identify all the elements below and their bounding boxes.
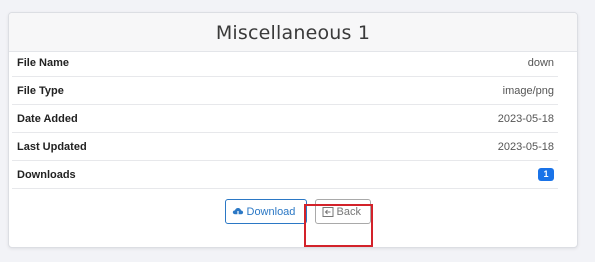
cloud-download-icon: [232, 206, 244, 218]
detail-row-file-name: File Name down: [12, 49, 558, 77]
detail-value: 2023-05-18: [497, 112, 554, 125]
card-actions: Download Back: [0, 199, 595, 224]
back-arrow-icon: [322, 206, 334, 218]
detail-row-downloads: Downloads 1: [12, 161, 558, 189]
detail-row-date-added: Date Added 2023-05-18: [12, 105, 558, 133]
downloads-count-badge: 1: [538, 168, 554, 181]
download-button-label: Download: [246, 205, 296, 218]
download-button[interactable]: Download: [224, 199, 307, 224]
detail-label: File Name: [17, 56, 69, 69]
detail-row-file-type: File Type image/png: [12, 77, 558, 105]
file-details-table: File Name down File Type image/png Date …: [12, 49, 558, 189]
detail-value: down: [527, 56, 554, 69]
detail-value: image/png: [502, 84, 554, 97]
detail-label: File Type: [17, 84, 64, 97]
back-button[interactable]: Back: [314, 199, 371, 224]
detail-row-last-updated: Last Updated 2023-05-18: [12, 133, 558, 161]
page-title: Miscellaneous 1: [215, 22, 371, 44]
detail-label: Downloads: [17, 168, 76, 181]
detail-label: Last Updated: [17, 140, 87, 153]
back-button-label: Back: [336, 205, 361, 218]
detail-value: 2023-05-18: [497, 140, 554, 153]
detail-label: Date Added: [17, 112, 78, 125]
card-header: Miscellaneous 1: [9, 13, 577, 52]
